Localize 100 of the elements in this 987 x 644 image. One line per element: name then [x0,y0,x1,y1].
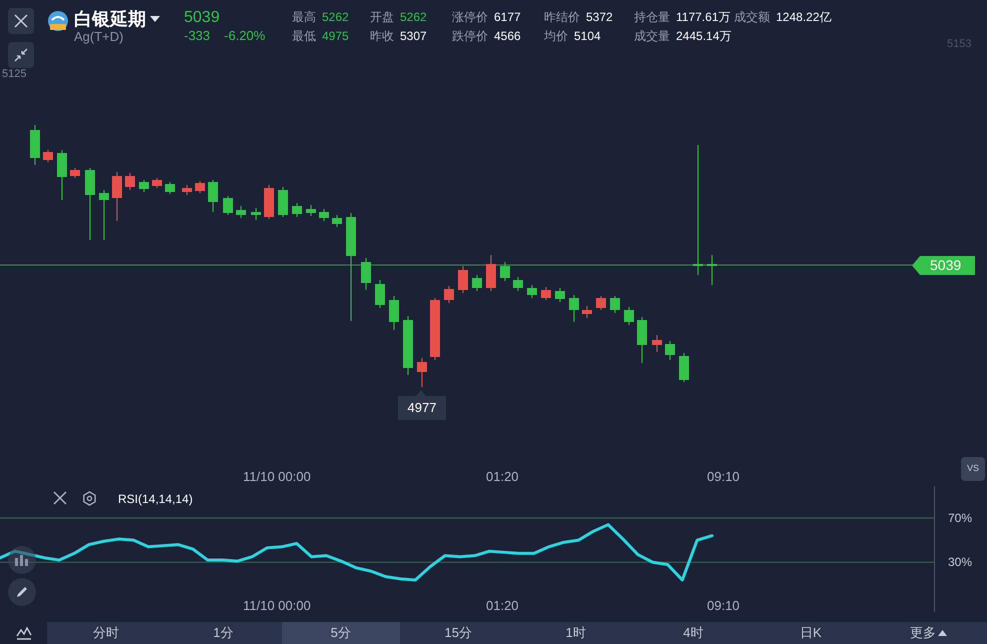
close-icon [13,13,29,29]
period-tab[interactable]: 4时 [634,622,752,644]
candle [486,254,496,292]
candle [527,284,537,298]
compress-button[interactable] [8,42,34,68]
price-change: -333 [184,28,210,44]
candle [264,184,274,220]
candle [430,298,440,360]
stat-label: 涨停价 [452,9,488,26]
candle [389,296,399,330]
close-icon[interactable] [53,491,67,505]
time-axis-label: 09:10 [707,597,740,615]
stat-label: 成交量 [634,28,670,45]
time-axis-label: 01:20 [486,468,519,486]
stat-label: 跌停价 [452,28,488,45]
axis-label: 30% [948,554,972,570]
candle [223,196,233,216]
stat-value: 5104 [574,28,601,45]
axis-label: 70% [948,510,972,526]
stat-label: 最高 [292,9,316,26]
current-price-tag: 5039 [912,256,975,275]
candle [43,150,53,162]
candle [112,172,122,222]
stat-value: 4975 [322,28,349,45]
candle [125,172,135,190]
candle [57,150,67,200]
candle [582,306,592,318]
candle [665,340,675,360]
candle [541,286,551,300]
vs-button[interactable]: VS [961,457,985,481]
candle [555,288,565,302]
candle [278,186,288,218]
candle [152,178,162,188]
stat-label: 昨结价 [544,9,580,26]
price-change-percent: -6.20% [224,28,266,44]
last-price: 5039 [184,8,221,28]
candle [195,180,205,194]
caret-up-icon [938,630,947,636]
candle [70,168,80,178]
close-button[interactable] [8,8,34,34]
instrument-name: 白银延期 [74,8,146,30]
stat-value: 4566 [494,28,521,45]
candle [444,286,454,304]
line-chart-icon [16,626,32,640]
period-tab[interactable]: 5分 [282,622,400,644]
logo-icon [46,10,70,34]
candle [208,180,218,212]
time-axis-label: 11/10 00:00 [243,468,311,486]
chart-type-button[interactable] [8,546,36,574]
period-tab[interactable]: 1时 [517,622,634,644]
period-tab[interactable]: 1分 [164,622,282,644]
candle [403,316,413,376]
bar-chart-icon [15,554,29,566]
candle [417,358,427,388]
stat-label: 成交额 [734,9,770,26]
period-tab[interactable]: 分时 [47,622,164,644]
stat-value: 1248.22亿 [776,9,832,26]
pencil-icon [15,585,29,599]
candle [637,316,647,364]
stat-label: 均价 [544,28,568,45]
stat-value: 5307 [400,28,427,45]
candle [236,206,246,218]
candle [652,334,662,352]
low-price-marker: 4977 [398,396,446,420]
draw-button[interactable] [8,578,36,606]
candle [165,182,175,194]
period-tab[interactable]: 更多 [870,622,987,644]
candle [306,204,316,216]
candle [679,352,689,382]
period-tab[interactable]: 日K [752,622,870,644]
stat-label: 昨收 [370,28,394,45]
caret-icon[interactable] [150,16,160,22]
settings-icon[interactable] [82,491,97,506]
candle [30,124,40,166]
indicator-title: RSI(14,14,14) [118,491,193,508]
stat-label: 持仓量 [634,9,670,26]
stat-value: 5262 [322,9,349,26]
candle [375,280,385,308]
stat-value: 5262 [400,9,427,26]
stat-value: 5372 [586,9,613,26]
candle [610,296,620,314]
stat-label: 开盘 [370,9,394,26]
time-axis-label: 01:20 [486,597,519,615]
axis-label: 5125 [2,67,26,82]
candle [458,266,468,294]
period-tab[interactable]: 15分 [400,622,517,644]
time-axis-label: 11/10 00:00 [243,597,311,615]
candle [596,296,606,310]
candle [569,294,579,322]
candle [251,208,261,220]
stat-value: 1177.61万 [676,9,730,26]
candle [624,306,634,326]
candle [500,262,510,282]
candle [292,202,302,218]
candle [472,274,482,292]
stat-value: 6177 [494,9,521,26]
stat-label: 最低 [292,28,316,45]
stat-value: 2445.14万 [676,28,732,45]
candle [182,184,192,196]
instrument-code: Ag(T+D) [74,30,124,44]
